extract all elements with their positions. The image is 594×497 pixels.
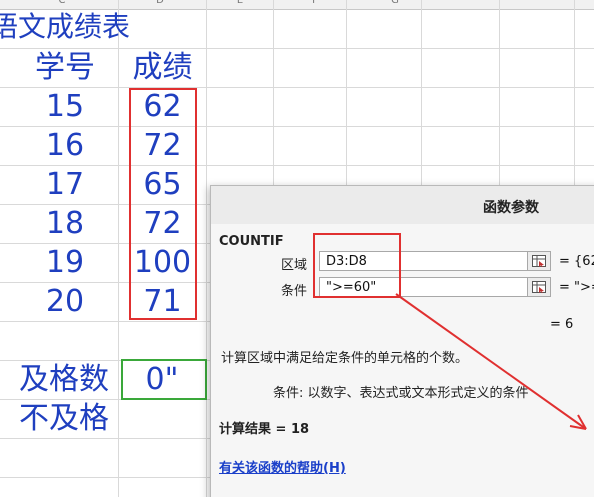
grid-line [118,0,119,497]
formula-result: = 6 [550,317,574,332]
student-id-cell[interactable]: 15 [20,88,110,126]
student-id-cell[interactable]: 17 [20,166,110,204]
criteria-result: = ">= [559,280,594,295]
column-letter[interactable]: D [145,0,175,6]
calculation-result: 计算结果 = 18 [219,422,310,437]
student-id-cell[interactable]: 18 [20,205,110,243]
arguments-highlight-box [313,233,401,298]
function-arguments-dialog: 函数参数 COUNTIF 区域 D3:D8 = {62 条件 ">=60" = … [210,185,594,497]
dialog-title: 函数参数 [483,200,539,216]
student-id-cell[interactable]: 19 [20,244,110,282]
pass-count-value[interactable]: 0" [121,361,203,399]
criteria-picker-button[interactable] [527,277,551,297]
column-letter[interactable]: C [47,0,77,6]
range-picker-button[interactable] [527,251,551,271]
header-score[interactable]: 成绩 [120,49,205,87]
student-id-cell[interactable]: 20 [20,283,110,321]
cell-picker-icon [532,255,546,267]
pass-count-label[interactable]: 及格数 [10,361,118,399]
arg-label-range: 区域 [281,258,308,273]
fail-count-label[interactable]: 不及格 [10,400,118,438]
range-result: = {62 [559,254,594,269]
column-letter[interactable]: F [300,0,330,6]
function-description: 计算区域中满足给定条件的单元格的个数。 [221,351,469,366]
function-name: COUNTIF [219,234,284,249]
column-letter[interactable]: G [380,0,410,6]
argument-description: 条件: 以数字、表达式或文本形式定义的条件 [273,386,529,401]
range-highlight-box [129,88,197,320]
dialog-titlebar[interactable]: 函数参数 [211,186,594,224]
header-student-id[interactable]: 学号 [20,49,110,87]
column-letter[interactable]: E [225,0,255,6]
sheet-title[interactable]: 语文成绩表 [0,8,130,46]
spreadsheet: C D E F G 语文成绩表 学号 成绩 15 62 16 72 17 65 … [0,0,594,497]
student-id-cell[interactable]: 16 [20,127,110,165]
grid-line [206,0,207,497]
arg-label-criteria: 条件 [281,284,308,299]
cell-picker-icon [532,281,546,293]
help-link[interactable]: 有关该函数的帮助(H) [219,457,346,476]
